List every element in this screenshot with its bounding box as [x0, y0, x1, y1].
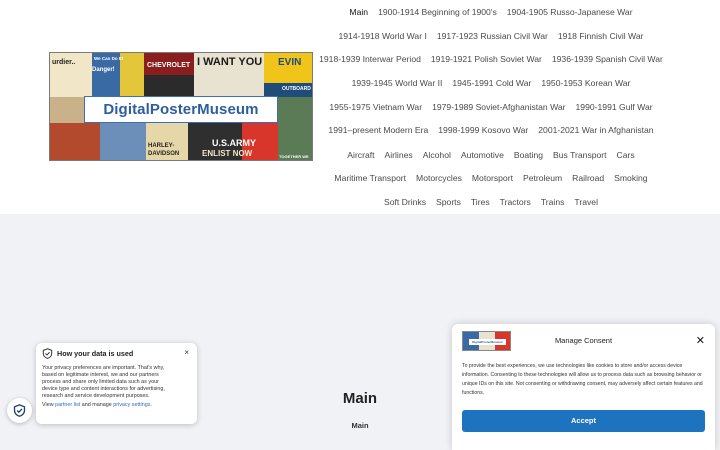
nav-link-1991-present-modern-era[interactable]: 1991–present Modern Era [328, 125, 428, 135]
poster-text: CHEVROLET [147, 62, 191, 69]
privacy-settings-link[interactable]: privacy settings [113, 402, 150, 408]
poster-text: TOGETHER WE [279, 154, 309, 159]
consent-dialog: DigitalPosterMuseum Manage Consent ✕ To … [452, 324, 715, 450]
nav-link-motorcycles[interactable]: Motorcycles [416, 173, 462, 183]
shield-icon [13, 404, 26, 417]
nav-link-alcohol[interactable]: Alcohol [423, 150, 451, 160]
poster-tile [278, 97, 312, 160]
nav-link-1918-1939-interwar-period[interactable]: 1918-1939 Interwar Period [319, 54, 421, 64]
close-icon[interactable]: ✕ [696, 334, 705, 347]
nav-link-sports[interactable]: Sports [436, 197, 461, 207]
nav-link-1939-1945-world-war-ii[interactable]: 1939-1945 World War II [352, 78, 443, 88]
privacy-title: How your data is used [57, 349, 134, 358]
nav-row: 1914-1918 World War I 1917-1923 Russian C… [318, 24, 664, 48]
poster-tile [100, 123, 146, 160]
poster-text: Danger! [92, 67, 115, 73]
nav-row: 1939-1945 World War II 1945-1991 Cold War… [318, 71, 664, 95]
nav-link-1945-1991-cold-war[interactable]: 1945-1991 Cold War [452, 78, 531, 88]
nav-link-smoking[interactable]: Smoking [614, 173, 647, 183]
nav-link-1918-finnish-civil-war[interactable]: 1918 Finnish Civil War [558, 31, 644, 41]
nav-row: Main 1900-1914 Beginning of 1900's 1904-19… [318, 0, 664, 24]
nav-link-tractors[interactable]: Tractors [500, 197, 531, 207]
poster-text: DAVIDSON [148, 151, 180, 157]
privacy-footer: View partner list and manage privacy set… [42, 402, 191, 408]
page-title: Main [342, 390, 378, 407]
site-logo[interactable]: urdier.. We Can Do It! Danger! CHEVROLET… [49, 52, 313, 161]
consent-title: Manage Consent [554, 336, 613, 345]
poster-text: We Can Do It! [94, 56, 124, 61]
site-header: urdier.. We Can Do It! Danger! CHEVROLET… [0, 0, 720, 214]
privacy-popup: How your data is used × Your privacy pre… [36, 343, 197, 424]
consent-text: To provide the best experiences, we use … [462, 363, 703, 396]
nav-link-1979-1989-soviet-afghanistan-war[interactable]: 1979-1989 Soviet-Afghanistan War [432, 102, 565, 112]
nav-row: 1955-1975 Vietnam War 1979-1989 Soviet-Af… [318, 95, 664, 119]
nav-link-maritime-transport[interactable]: Maritime Transport [334, 173, 406, 183]
poster-tile [50, 123, 100, 160]
nav-link-1919-1921-polish-soviet-war[interactable]: 1919-1921 Polish Soviet War [431, 54, 542, 64]
partner-list-link[interactable]: partner list [55, 402, 80, 408]
close-icon[interactable]: × [184, 348, 189, 357]
nav-link-1917-1923-russian-civil-war[interactable]: 1917-1923 Russian Civil War [437, 31, 548, 41]
consent-logo-title: DigitalPosterMuseum [469, 339, 506, 345]
nav-link-aircraft[interactable]: Aircraft [347, 150, 374, 160]
nav-row: Maritime Transport Motorcycles Motorsport P… [318, 166, 664, 190]
nav-link-trains[interactable]: Trains [541, 197, 565, 207]
nav-row: Soft Drinks Sports Tires Tractors Trains Trav… [318, 190, 664, 214]
nav-link-cars[interactable]: Cars [617, 150, 635, 160]
privacy-footer-text: View [42, 402, 56, 408]
nav-link-1914-1918-world-war-i[interactable]: 1914-1918 World War I [338, 31, 426, 41]
nav-row: Aircraft Airlines Alcohol Automotive Boating… [318, 143, 664, 167]
nav-link-travel[interactable]: Travel [574, 197, 598, 207]
logo-title: DigitalPosterMuseum [84, 96, 278, 123]
nav-link-1936-1939-spanish-civil-war[interactable]: 1936-1939 Spanish Civil War [552, 54, 663, 64]
nav-link-airlines[interactable]: Airlines [385, 150, 413, 160]
nav-link-2001-2021-war-in-afghanistan[interactable]: 2001-2021 War in Afghanistan [538, 125, 653, 135]
poster-text: EVIN [278, 57, 302, 68]
accept-button[interactable]: Accept [462, 410, 705, 432]
nav-link-1955-1975-vietnam-war[interactable]: 1955-1975 Vietnam War [329, 102, 422, 112]
nav-link-boating[interactable]: Boating [514, 150, 543, 160]
nav-link-1900-1914-beginning-of-1900-s[interactable]: 1900-1914 Beginning of 1900's [378, 7, 497, 17]
nav-link-railroad[interactable]: Railroad [572, 173, 604, 183]
nav-link-tires[interactable]: Tires [471, 197, 490, 207]
privacy-body: Your privacy preferences are important. … [42, 365, 165, 399]
privacy-settings-button[interactable] [7, 398, 32, 423]
privacy-footer-text: . [150, 402, 152, 408]
poster-text: U.S.ARMY [212, 138, 257, 148]
nav-link-bus-transport[interactable]: Bus Transport [553, 150, 607, 160]
nav-link-soft-drinks[interactable]: Soft Drinks [384, 197, 426, 207]
poster-tile [144, 75, 194, 97]
poster-text: HARLEY- [148, 143, 175, 149]
breadcrumb: Main [351, 421, 369, 430]
poster-text: I WANT YOU [197, 56, 263, 68]
nav-row: 1991–present Modern Era 1998-1999 Kosovo … [318, 118, 664, 142]
nav-link-motorsport[interactable]: Motorsport [472, 173, 513, 183]
poster-tile [120, 53, 144, 97]
nav-link-main[interactable]: Main [349, 7, 368, 17]
nav-link-1904-1905-russo-japanese-war[interactable]: 1904-1905 Russo-Japanese War [507, 7, 633, 17]
nav-link-1998-1999-kosovo-war[interactable]: 1998-1999 Kosovo War [438, 125, 528, 135]
nav-link-1950-1953-korean-war[interactable]: 1950-1953 Korean War [541, 78, 630, 88]
poster-text: ENLIST NOW [202, 149, 253, 158]
nav-link-1990-1991-gulf-war[interactable]: 1990-1991 Gulf War [576, 102, 653, 112]
poster-text: OUTBOARD [282, 86, 311, 92]
poster-text: urdier.. [52, 59, 76, 66]
nav-link-automotive[interactable]: Automotive [461, 150, 504, 160]
consent-logo: DigitalPosterMuseum [462, 331, 511, 351]
nav-row: 1918-1939 Interwar Period 1919-1921 Polis… [318, 47, 664, 71]
shield-icon [42, 348, 53, 359]
nav-link-petroleum[interactable]: Petroleum [523, 173, 562, 183]
privacy-footer-text: and manage [80, 402, 114, 408]
